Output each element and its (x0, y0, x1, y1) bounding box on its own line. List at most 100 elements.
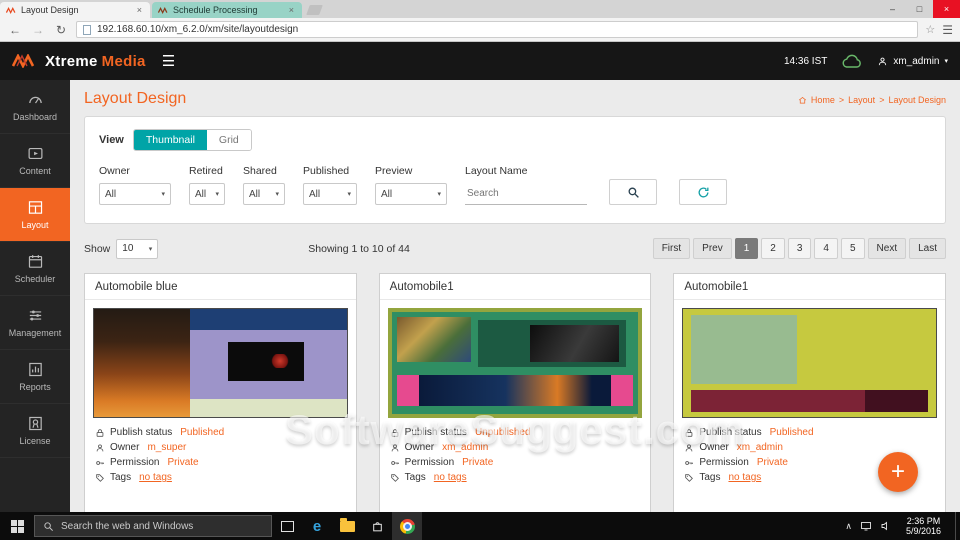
search-button[interactable] (609, 179, 657, 205)
store-bag-icon (371, 520, 384, 533)
sidebar-item-management[interactable]: Management (0, 296, 70, 350)
layout-thumbnail[interactable] (682, 308, 937, 418)
view-grid-button[interactable]: Grid (207, 130, 251, 150)
volume-icon[interactable] (880, 520, 892, 532)
chrome-taskbar-button[interactable] (392, 512, 422, 540)
sidebar-item-reports[interactable]: Reports (0, 350, 70, 404)
meta-label: Publish status (699, 427, 761, 438)
breadcrumb-layout[interactable]: Layout (848, 95, 875, 105)
user-icon (684, 443, 694, 453)
published-select[interactable]: All ▾ (303, 183, 357, 205)
view-label: View (99, 134, 124, 146)
tray-expand-icon[interactable]: ∧ (845, 521, 852, 532)
page-4-button[interactable]: 4 (814, 238, 838, 259)
refresh-button[interactable] (679, 179, 727, 205)
browser-menu-icon[interactable]: ☰ (942, 23, 953, 37)
sidebar-item-license[interactable]: License (0, 404, 70, 458)
file-explorer-button[interactable] (332, 512, 362, 540)
layout-name-input[interactable] (465, 183, 587, 205)
sidebar-item-label: Management (9, 328, 62, 338)
tab-layout-design[interactable]: Layout Design × (0, 2, 150, 18)
task-view-button[interactable] (272, 512, 302, 540)
layout-thumbnail[interactable] (93, 308, 348, 418)
header-right: 14:36 IST xm_admin ▾ (784, 54, 948, 69)
taskbar-clock[interactable]: 2:36 PM 5/9/2016 (900, 516, 947, 536)
page-2-button[interactable]: 2 (761, 238, 785, 259)
start-button[interactable] (0, 512, 34, 540)
taskbar-search[interactable]: Search the web and Windows (34, 515, 272, 537)
address-bar[interactable]: 192.168.60.10/xm_6.2.0/xm/site/layoutdes… (76, 21, 918, 38)
page-next-button[interactable]: Next (868, 238, 907, 259)
tags-value[interactable]: no tags (728, 472, 761, 483)
cloud-icon[interactable] (841, 54, 863, 69)
page-1-button[interactable]: 1 (735, 238, 759, 259)
show-desktop-button[interactable] (955, 512, 960, 540)
page-first-button[interactable]: First (653, 238, 690, 259)
thumb-image (419, 375, 611, 406)
tab-close-icon[interactable]: × (135, 5, 144, 15)
browser-toolbar: ← → ↻ 192.168.60.10/xm_6.2.0/xm/site/lay… (0, 18, 960, 42)
sidebar-item-scheduler[interactable]: Scheduler (0, 242, 70, 296)
reload-icon[interactable]: ↻ (53, 24, 69, 36)
owner-row: Owner xm_admin (390, 440, 641, 455)
select-value: All (249, 189, 260, 200)
user-menu[interactable]: xm_admin ▾ (877, 56, 948, 67)
key-icon (95, 458, 105, 468)
task-view-icon (281, 521, 294, 532)
view-row: View Thumbnail Grid (99, 129, 931, 151)
sidebar-item-content[interactable]: Content (0, 134, 70, 188)
page-5-button[interactable]: 5 (841, 238, 865, 259)
sidebar-item-layout[interactable]: Layout (0, 188, 70, 242)
filter-label: Published (303, 165, 357, 177)
url-text: 192.168.60.10/xm_6.2.0/xm/site/layoutdes… (97, 24, 298, 35)
tag-icon (95, 473, 105, 483)
tab-schedule-processing[interactable]: Schedule Processing × (152, 2, 302, 18)
filter-label: Preview (375, 165, 447, 177)
page-size-select[interactable]: 10 ▾ (116, 239, 158, 259)
close-button[interactable]: × (933, 0, 960, 18)
owner-row: Owner m_super (95, 440, 346, 455)
card-meta: Publish status Published Owner m_super P… (85, 418, 356, 485)
sidebar-item-dashboard[interactable]: Dashboard (0, 80, 70, 134)
edge-taskbar-button[interactable]: e (302, 512, 332, 540)
owner-select[interactable]: All ▾ (99, 183, 171, 205)
maximize-button[interactable]: □ (906, 0, 933, 18)
brand-first: Xtreme (45, 53, 98, 70)
preview-select[interactable]: All ▾ (375, 183, 447, 205)
thumb-image (94, 309, 190, 417)
meta-label: Owner (699, 442, 728, 453)
page-prev-button[interactable]: Prev (693, 238, 732, 259)
retired-select[interactable]: All ▾ (189, 183, 225, 205)
breadcrumb: Home > Layout > Layout Design (798, 95, 946, 105)
network-icon[interactable] (860, 520, 872, 532)
breadcrumb-home[interactable]: Home (811, 95, 835, 105)
forward-icon[interactable]: → (30, 24, 46, 36)
lock-icon (390, 428, 400, 438)
breadcrumb-separator: > (839, 95, 844, 105)
sidebar-toggle-icon[interactable]: ☰ (162, 52, 175, 70)
shared-select[interactable]: All ▾ (243, 183, 285, 205)
thumb-zone (190, 399, 347, 417)
store-button[interactable] (362, 512, 392, 540)
bookmark-star-icon[interactable]: ☆ (925, 23, 935, 36)
add-layout-button[interactable]: + (878, 452, 918, 492)
tags-value[interactable]: no tags (139, 472, 172, 483)
lock-icon (95, 428, 105, 438)
back-icon[interactable]: ← (7, 24, 23, 36)
filter-panel: View Thumbnail Grid Owner All ▾ Retired … (84, 116, 946, 224)
page-3-button[interactable]: 3 (788, 238, 812, 259)
filter-label: Owner (99, 165, 171, 177)
publish-status-value: Unpublished (475, 427, 531, 438)
results-summary: Showing 1 to 10 of 44 (308, 243, 410, 255)
thumb-zone (190, 309, 347, 330)
view-thumbnail-button[interactable]: Thumbnail (134, 130, 207, 150)
management-icon (27, 307, 44, 324)
meta-label: Publish status (110, 427, 172, 438)
page-last-button[interactable]: Last (909, 238, 946, 259)
minimize-button[interactable]: – (879, 0, 906, 18)
tags-value[interactable]: no tags (434, 472, 467, 483)
tab-close-icon[interactable]: × (287, 5, 296, 15)
filter-shared: Shared All ▾ (243, 165, 285, 205)
layout-thumbnail[interactable] (388, 308, 643, 418)
new-tab-button[interactable] (306, 5, 323, 15)
